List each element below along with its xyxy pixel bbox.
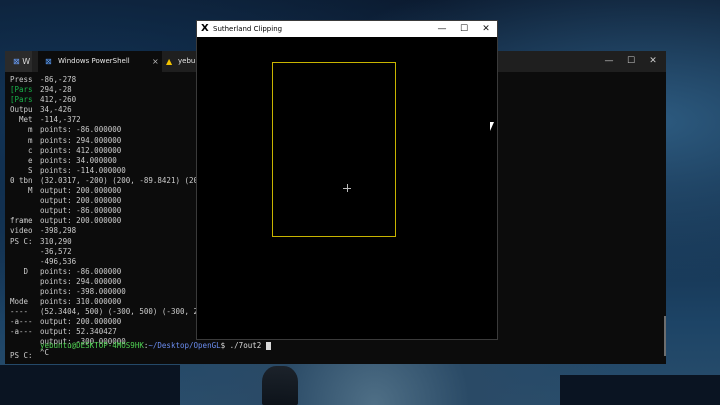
text-cursor [265,342,271,350]
maximize-button[interactable]: ☐ [620,51,642,72]
output-line: points: 310.000000 [40,297,122,307]
output-line: points: 34.000000 [40,155,117,165]
output-line: 294,-28 [40,85,72,95]
background-line [10,196,40,206]
background-line: frame [10,216,33,226]
background-line: S [10,165,33,175]
tab-windows-powershell[interactable]: ⊠ Windows PowerShell × [38,51,162,72]
terminal-output: -86,-278 294,-28 412,-260 34,-426 -114,-372 p… [40,75,200,358]
background-line: PS C: [10,236,33,246]
terminal-scrollbar[interactable] [664,316,666,356]
output-line: points: -86.000000 [40,266,122,276]
output-line: output: 200.000000 [40,317,122,327]
background-line: -a--- [10,327,33,337]
background-line: c [10,145,33,155]
background-line: Met [10,115,33,125]
linux-icon: ▲ [166,57,173,66]
background-line: ---- [10,307,29,317]
output-line: points: 294.000000 [40,276,122,286]
x-window-title-bar[interactable]: X Sutherland Clipping — ☐ ✕ [197,21,497,37]
output-line: -496,536 [40,256,77,266]
background-line: Outpu [10,105,33,115]
output-line: output: 200.000000 [40,216,122,226]
window-title: Sutherland Clipping [213,25,283,33]
output-line: -36,572 [40,246,72,256]
background-line: video [10,226,33,236]
close-button[interactable]: ✕ [642,51,664,72]
powershell-icon: ⊠ [13,57,20,66]
background-rock-right [560,375,720,405]
x-minimize-button[interactable]: — [431,21,453,37]
output-line: points: 412.000000 [40,145,122,155]
output-line: 34,-426 [40,105,72,115]
background-line: [Pars [10,85,33,95]
background-line [10,277,40,287]
shell-prompt: yebuntu@DESKTOP-4MOS9HK:~/Desktop/OpenGL… [40,341,271,350]
output-line: -86,-278 [40,75,77,84]
background-terminal-text: Press [Pars [Pars Outpu Met m m c e S0 tbn … [10,75,40,337]
background-line: -a--- [10,317,33,327]
output-line: 412,-260 [40,95,77,105]
clipping-rectangle [272,62,396,237]
x-close-button[interactable]: ✕ [475,21,497,37]
background-line: Mode [10,297,29,307]
background-line: Press [10,75,33,84]
minimize-button[interactable]: — [598,51,620,72]
background-line: 0 tbn [10,175,33,185]
output-line: points: -86.000000 [40,125,122,135]
output-line: (32.0317, -200) (200, -89.8421) (20 [40,175,199,185]
output-line: output: 52.340427 [40,327,117,337]
background-line: m [10,125,33,135]
sutherland-clipping-window[interactable]: X Sutherland Clipping — ☐ ✕ [196,20,498,340]
output-line: 310,290 [40,236,72,246]
output-line: -398,298 [40,226,77,236]
background-line [10,247,40,257]
background-line [10,206,40,216]
output-line: -114,-372 [40,115,81,125]
output-line: output: 200.000000 [40,186,122,196]
output-line: points: -114.000000 [40,165,126,175]
x-logo-icon: X [201,23,209,34]
crosshair-icon [343,184,351,192]
background-figure [262,366,298,405]
output-line: (52.3404, 500) (-300, 500) (-300, 2 [40,307,199,317]
background-line: e [10,155,33,165]
background-line: [Pars [10,95,33,105]
background-line [10,257,40,267]
tab-close-icon[interactable]: × [152,51,159,72]
output-line: output: 200.000000 [40,196,122,206]
background-rock-left [0,365,180,405]
mouse-pointer-icon [490,122,494,131]
background-line: m [10,135,33,145]
background-line [10,287,40,297]
powershell-icon: ⊠ [45,57,52,66]
x-maximize-button[interactable]: ☐ [453,21,475,37]
ps-prompt: PS C: [10,351,33,360]
output-line: output: -86.000000 [40,206,122,216]
background-line: M [10,186,33,196]
background-line: D [10,266,29,276]
output-line: points: -398.000000 [40,286,126,296]
output-line: points: 294.000000 [40,135,122,145]
